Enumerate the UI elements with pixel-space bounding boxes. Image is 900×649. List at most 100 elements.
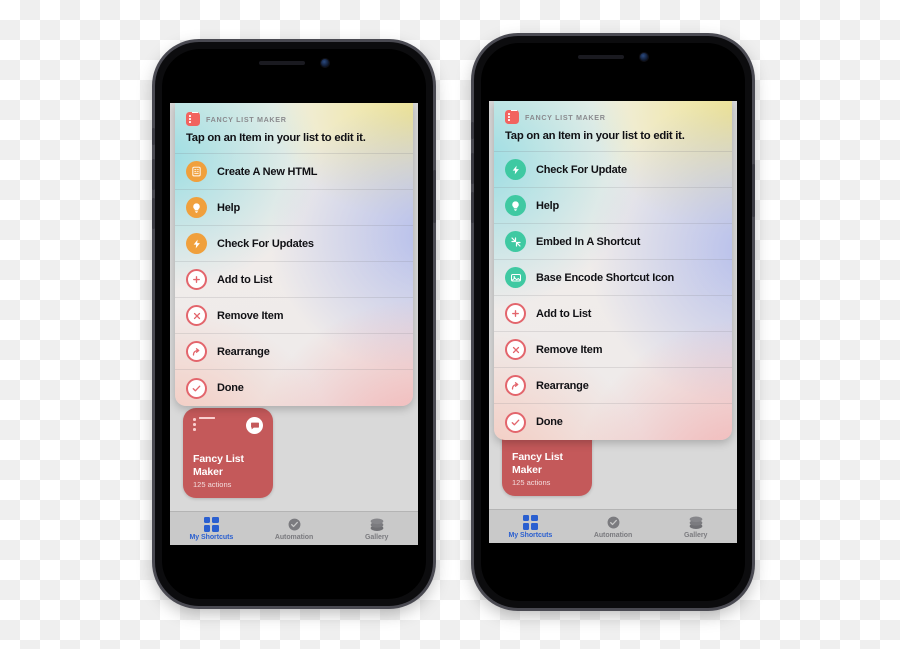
sheet-row-remove-item[interactable]: Remove Item xyxy=(175,298,413,334)
check-circle-icon xyxy=(505,411,526,433)
shortcut-card-subtitle: 125 actions xyxy=(512,478,551,487)
clock-check-icon xyxy=(287,517,302,532)
x-circle-icon xyxy=(505,339,526,360)
sheet-option-list-right: Check For Update Help Embed In A Shortcu… xyxy=(494,151,732,440)
x-circle-icon xyxy=(186,305,207,326)
silent-switch[interactable] xyxy=(471,122,474,139)
tab-automation[interactable]: Automation xyxy=(253,517,336,541)
tab-label: Gallery xyxy=(683,531,708,539)
tab-label: My Shortcuts xyxy=(508,531,553,539)
sheet-app-name: FANCY LIST MAKER xyxy=(206,114,287,124)
list-app-icon xyxy=(505,110,519,124)
sheet-header-right: FANCY LIST MAKER xyxy=(494,101,732,127)
sheet-row-check-for-update[interactable]: Check For Update xyxy=(494,152,732,188)
earpiece-speaker-icon xyxy=(578,55,624,59)
sheet-row-label: Rearrange xyxy=(217,345,270,358)
phone-screen-left: Fancy List Maker 125 actions FANCY LIST … xyxy=(170,103,418,545)
sheet-row-label: Help xyxy=(536,199,560,212)
sheet-row-add-to-list[interactable]: Add to List xyxy=(175,262,413,298)
shortcut-card-title: Fancy List Maker xyxy=(193,453,244,478)
bolt-icon xyxy=(505,159,526,180)
shortcut-card-fancy-list-maker[interactable]: Fancy List Maker 125 actions xyxy=(183,408,273,498)
action-sheet-left: FANCY LIST MAKER Tap on an Item in your … xyxy=(175,103,413,406)
sheet-row-help[interactable]: Help xyxy=(494,188,732,224)
sheet-row-embed-in-a-shortcut[interactable]: Embed In A Shortcut xyxy=(494,224,732,260)
volume-down-button[interactable] xyxy=(471,192,474,223)
phone-device-right: Fancy List Maker 125 actions FANCY LIST … xyxy=(471,36,755,608)
tab-bar-right: My Shortcuts Automation Gallery xyxy=(489,509,737,543)
sheet-row-label: Check For Updates xyxy=(217,237,314,250)
power-button[interactable] xyxy=(752,164,755,217)
sheet-prompt-text: Tap on an Item in your list to edit it. xyxy=(505,130,685,142)
arrow-curve-icon xyxy=(505,375,526,396)
plus-circle-icon xyxy=(186,269,207,290)
arrow-curve-icon xyxy=(186,341,207,362)
sheet-row-rearrange[interactable]: Rearrange xyxy=(175,334,413,370)
phone-device-left: Fancy List Maker 125 actions FANCY LIST … xyxy=(152,42,436,606)
sheet-row-done[interactable]: Done xyxy=(175,370,413,406)
sheet-row-label: Create A New HTML xyxy=(217,165,318,178)
phone-screen-right: Fancy List Maker 125 actions FANCY LIST … xyxy=(489,101,737,543)
power-button[interactable] xyxy=(433,170,436,223)
grid-squares-icon xyxy=(203,516,219,532)
bolt-icon xyxy=(186,233,207,254)
tab-automation[interactable]: Automation xyxy=(572,515,655,539)
sheet-row-add-to-list[interactable]: Add to List xyxy=(494,296,732,332)
image-icon xyxy=(505,267,526,288)
tab-my-shortcuts[interactable]: My Shortcuts xyxy=(170,516,253,541)
sheet-app-name: FANCY LIST MAKER xyxy=(525,112,606,122)
front-camera-icon xyxy=(321,59,329,67)
tab-label: My Shortcuts xyxy=(189,533,234,541)
plus-circle-icon xyxy=(505,303,526,324)
sheet-prompt-text: Tap on an Item in your list to edit it. xyxy=(186,132,366,144)
volume-up-button[interactable] xyxy=(152,159,155,190)
sheet-row-base-encode-shortcut-icon[interactable]: Base Encode Shortcut Icon xyxy=(494,260,732,296)
volume-up-button[interactable] xyxy=(471,153,474,184)
sheet-row-label: Remove Item xyxy=(536,343,603,356)
tab-my-shortcuts[interactable]: My Shortcuts xyxy=(489,514,572,539)
sheet-row-label: Help xyxy=(217,201,241,214)
shortcut-card-header xyxy=(193,417,263,434)
tab-label: Automation xyxy=(593,531,633,539)
sheet-row-label: Rearrange xyxy=(536,379,589,392)
sheet-row-help[interactable]: Help xyxy=(175,190,413,226)
phone-sensor-bar-left xyxy=(162,59,426,67)
sheet-row-done[interactable]: Done xyxy=(494,404,732,440)
sheet-row-label: Remove Item xyxy=(217,309,284,322)
sheet-row-label: Base Encode Shortcut Icon xyxy=(536,271,675,284)
lightbulb-icon xyxy=(505,195,526,216)
phone-bezel-left: Fancy List Maker 125 actions FANCY LIST … xyxy=(162,49,426,599)
layers-icon xyxy=(688,515,704,530)
shortcuts-app-body-right: Fancy List Maker 125 actions FANCY LIST … xyxy=(489,101,737,509)
front-camera-icon xyxy=(640,53,648,61)
sheet-row-remove-item[interactable]: Remove Item xyxy=(494,332,732,368)
sheet-row-check-for-updates[interactable]: Check For Updates xyxy=(175,226,413,262)
tab-label: Automation xyxy=(274,533,314,541)
bulleted-list-icon xyxy=(193,417,215,433)
sheet-row-rearrange[interactable]: Rearrange xyxy=(494,368,732,404)
grid-squares-icon xyxy=(522,514,538,530)
lightbulb-icon xyxy=(186,197,207,218)
arrows-inward-icon xyxy=(505,231,526,252)
check-circle-icon xyxy=(186,377,207,399)
tab-gallery[interactable]: Gallery xyxy=(335,517,418,541)
action-sheet-right: FANCY LIST MAKER Tap on an Item in your … xyxy=(494,101,732,440)
earpiece-speaker-icon xyxy=(259,61,305,65)
shortcut-card-subtitle: 125 actions xyxy=(193,480,232,489)
sheet-row-label: Done xyxy=(536,416,563,428)
phone-sensor-bar-right xyxy=(481,53,745,61)
silent-switch[interactable] xyxy=(152,128,155,145)
layers-icon xyxy=(369,517,385,532)
tab-bar-left: My Shortcuts Automation Gallery xyxy=(170,511,418,545)
phone-bezel-right: Fancy List Maker 125 actions FANCY LIST … xyxy=(481,43,745,601)
clock-check-icon xyxy=(606,515,621,530)
tab-gallery[interactable]: Gallery xyxy=(654,515,737,539)
volume-down-button[interactable] xyxy=(152,198,155,229)
speech-bubble-icon xyxy=(246,417,263,434)
list-app-icon xyxy=(186,112,200,126)
sheet-row-label: Done xyxy=(217,382,244,394)
sheet-row-label: Add to List xyxy=(536,307,592,320)
sheet-row-create-a-new-html[interactable]: Create A New HTML xyxy=(175,154,413,190)
sheet-option-list-left: Create A New HTML Help Check For Updates… xyxy=(175,153,413,406)
shortcut-card-title: Fancy List Maker xyxy=(512,451,563,476)
